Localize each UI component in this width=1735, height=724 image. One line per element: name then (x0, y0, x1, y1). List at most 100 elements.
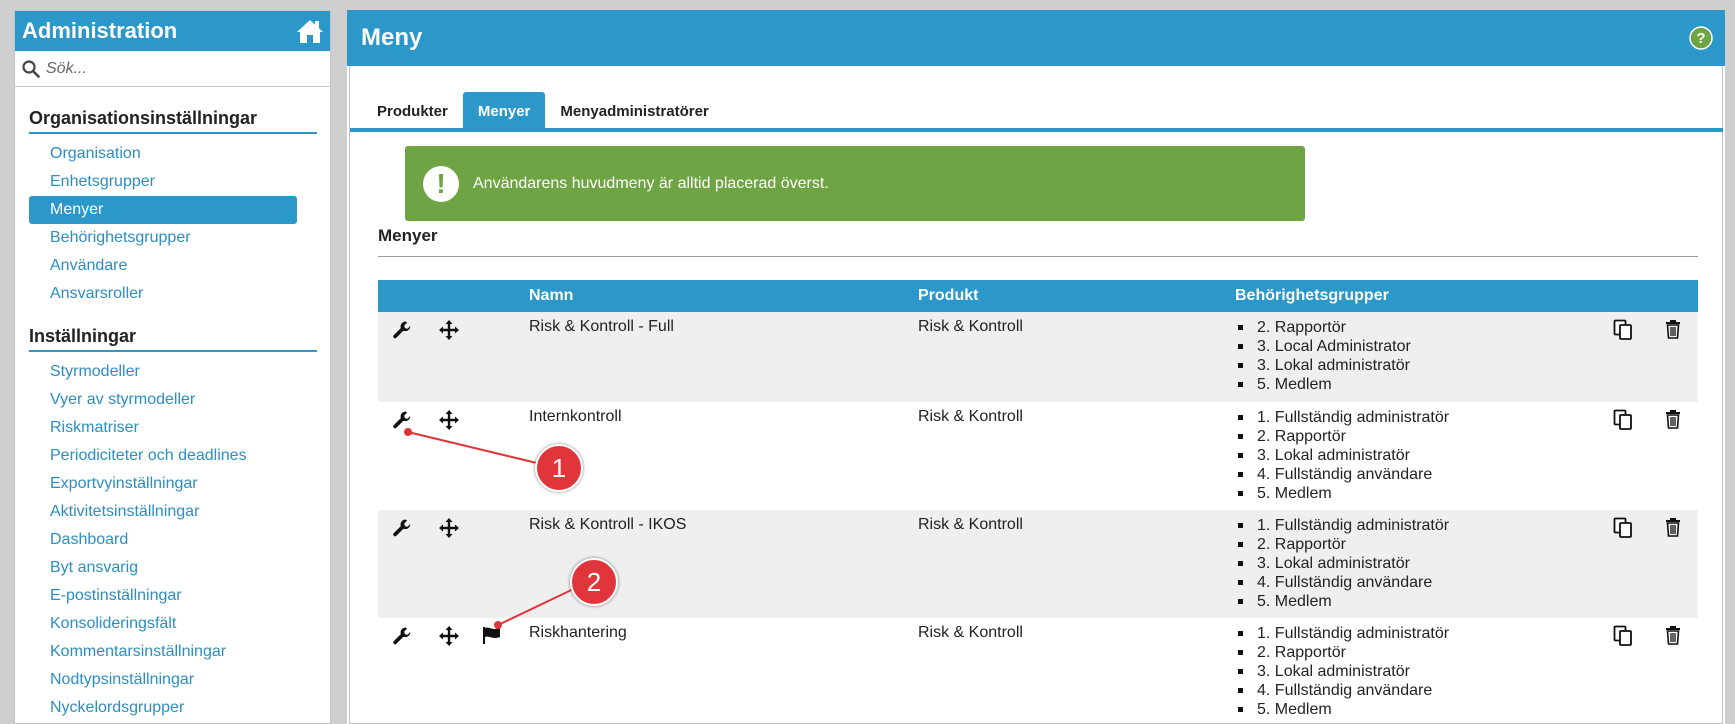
help-icon[interactable]: ? (1689, 26, 1713, 50)
sidebar-item-periodiciteter-och-deadlines[interactable]: Periodiciteter och deadlines (29, 442, 297, 470)
permission-group-item: 5. Medlem (1235, 484, 1449, 503)
table-row: Riskhantering Risk & Kontroll 1. Fullständ… (378, 618, 1698, 724)
permission-group-item: 5. Medlem (1235, 375, 1411, 394)
permission-group-item: 2. Rapportör (1235, 535, 1449, 554)
sidebar-item-nyckelordsgrupper[interactable]: Nyckelordsgrupper (29, 694, 297, 722)
callout-marker-1: 1 (535, 444, 583, 492)
sidebar-nav-list: Organisation Enhetsgrupper Menyer Behörighe… (29, 140, 330, 308)
table-row: Risk & Kontroll - IKOS Risk & Kontroll 1. … (378, 510, 1698, 618)
home-icon[interactable] (296, 18, 324, 44)
notice-text: Användarens huvudmeny är alltid placerad… (473, 174, 829, 192)
sidebar-item-riskmatriser[interactable]: Riskmatriser (29, 414, 297, 442)
permission-group-list: 1. Fullständig administratör 2. Rapportör… (1235, 408, 1449, 503)
menu-product: Risk & Kontroll (918, 408, 1023, 425)
trash-icon[interactable] (1664, 517, 1682, 542)
info-notice: ! Användarens huvudmeny är alltid placer… (405, 146, 1305, 221)
copy-icon[interactable] (1613, 319, 1633, 346)
sidebar-item-ansvarsroller[interactable]: Ansvarsroller (29, 280, 297, 308)
tab-bar: Produkter Menyer Menyadministratörer (350, 92, 1723, 132)
permission-group-item: 1. Fullständig administratör (1235, 408, 1449, 427)
column-header-product: Produkt (918, 287, 979, 304)
move-icon[interactable] (438, 409, 460, 436)
sidebar-item-enhetsgrupper[interactable]: Enhetsgrupper (29, 168, 297, 196)
permission-group-item: 3. Local Administrator (1235, 337, 1411, 356)
permission-group-item: 2. Rapportör (1235, 643, 1449, 662)
trash-icon[interactable] (1664, 409, 1682, 434)
copy-icon[interactable] (1613, 409, 1633, 436)
column-header-groups: Behörighetsgrupper (1235, 287, 1389, 304)
main-panel: Meny ? Produkter Menyer Menyadministratöre… (347, 10, 1725, 724)
wrench-icon[interactable] (392, 410, 412, 435)
menu-name: Risk & Kontroll - IKOS (529, 516, 687, 533)
wrench-icon[interactable] (392, 626, 412, 651)
permission-group-list: 1. Fullständig administratör 2. Rapportör… (1235, 624, 1449, 719)
tab-menyadministratörer[interactable]: Menyadministratörer (545, 92, 723, 128)
move-icon[interactable] (438, 319, 460, 346)
exclamation-icon: ! (423, 165, 459, 202)
sidebar-section-title: Inställningar (29, 326, 317, 352)
sidebar-item-byt-ansvarig[interactable]: Byt ansvarig (29, 554, 297, 582)
copy-icon[interactable] (1613, 625, 1633, 652)
sidebar-item-kommentarsinställningar[interactable]: Kommentarsinställningar (29, 638, 297, 666)
move-icon[interactable] (438, 625, 460, 652)
trash-icon[interactable] (1664, 625, 1682, 650)
permission-group-list: 2. Rapportör 3. Local Administrator 3. Lok… (1235, 318, 1411, 394)
permission-group-item: 3. Lokal administratör (1235, 356, 1411, 375)
permission-group-item: 3. Lokal administratör (1235, 662, 1449, 681)
menu-product: Risk & Kontroll (918, 318, 1023, 335)
svg-text:?: ? (1696, 30, 1705, 47)
permission-group-item: 2. Rapportör (1235, 427, 1449, 446)
sidebar-item-styrmodeller[interactable]: Styrmodeller (29, 358, 297, 386)
sidebar-sections: Organisationsinställningar Organisation En… (15, 108, 330, 722)
sidebar-item-aktivitetsinställningar[interactable]: Aktivitetsinställningar (29, 498, 297, 526)
wrench-icon[interactable] (392, 320, 412, 345)
main-header: Meny ? (347, 10, 1725, 66)
sidebar-item-användare[interactable]: Användare (29, 252, 297, 280)
permission-group-item: 2. Rapportör (1235, 318, 1411, 337)
sidebar-search (15, 51, 330, 87)
move-icon[interactable] (438, 517, 460, 544)
permission-group-item: 5. Medlem (1235, 700, 1449, 719)
sidebar-header: Administration (15, 11, 330, 51)
permission-group-item: 4. Fullständig användare (1235, 465, 1449, 484)
permission-group-item: 3. Lokal administratör (1235, 446, 1449, 465)
permission-group-item: 5. Medlem (1235, 592, 1449, 611)
table-body: Risk & Kontroll - Full Risk & Kontroll 2. … (378, 312, 1698, 724)
tab-produkter[interactable]: Produkter (362, 92, 463, 128)
trash-icon[interactable] (1664, 319, 1682, 344)
sidebar-item-exportvyinställningar[interactable]: Exportvyinställningar (29, 470, 297, 498)
sidebar-nav-list: Styrmodeller Vyer av styrmodeller Riskmatr… (29, 358, 330, 722)
menus-table: Namn Produkt Behörighetsgrupper Risk & K… (378, 280, 1698, 724)
sidebar-title: Administration (22, 18, 178, 43)
wrench-icon[interactable] (392, 518, 412, 543)
column-header-name: Namn (529, 287, 574, 304)
permission-group-item: 4. Fullständig användare (1235, 573, 1449, 592)
menu-name: Risk & Kontroll - Full (529, 318, 674, 335)
table-header: Namn Produkt Behörighetsgrupper (378, 280, 1698, 312)
table-row: Risk & Kontroll - Full Risk & Kontroll 2. … (378, 312, 1698, 402)
callout-marker-2: 2 (570, 558, 618, 606)
sidebar-item-e-postinställningar[interactable]: E-postinställningar (29, 582, 297, 610)
admin-sidebar: Administration Organisationsinställninga… (14, 10, 331, 724)
permission-group-item: 4. Fullständig användare (1235, 681, 1449, 700)
permission-group-item: 1. Fullständig administratör (1235, 516, 1449, 535)
menu-product: Risk & Kontroll (918, 516, 1023, 533)
sidebar-item-behörighetsgrupper[interactable]: Behörighetsgrupper (29, 224, 297, 252)
sidebar-item-dashboard[interactable]: Dashboard (29, 526, 297, 554)
tab-menyer[interactable]: Menyer (462, 92, 546, 128)
permission-group-item: 1. Fullständig administratör (1235, 624, 1449, 643)
sidebar-section-title: Organisationsinställningar (29, 108, 317, 134)
menu-name: Internkontroll (529, 408, 622, 425)
sidebar-item-menyer[interactable]: Menyer (29, 196, 297, 224)
flag-icon[interactable] (482, 626, 502, 649)
sidebar-item-vyer-av-styrmodeller[interactable]: Vyer av styrmodeller (29, 386, 297, 414)
permission-group-list: 1. Fullständig administratör 2. Rapportör… (1235, 516, 1449, 611)
sidebar-item-organisation[interactable]: Organisation (29, 140, 297, 168)
sidebar-item-konsolideringsfält[interactable]: Konsolideringsfält (29, 610, 297, 638)
page-title: Meny (361, 24, 423, 51)
search-input[interactable] (46, 59, 316, 78)
copy-icon[interactable] (1613, 517, 1633, 544)
main-body: Produkter Menyer Menyadministratörer ! Anv… (349, 66, 1723, 724)
search-icon (22, 59, 40, 78)
sidebar-item-nodtypsinställningar[interactable]: Nodtypsinställningar (29, 666, 297, 694)
